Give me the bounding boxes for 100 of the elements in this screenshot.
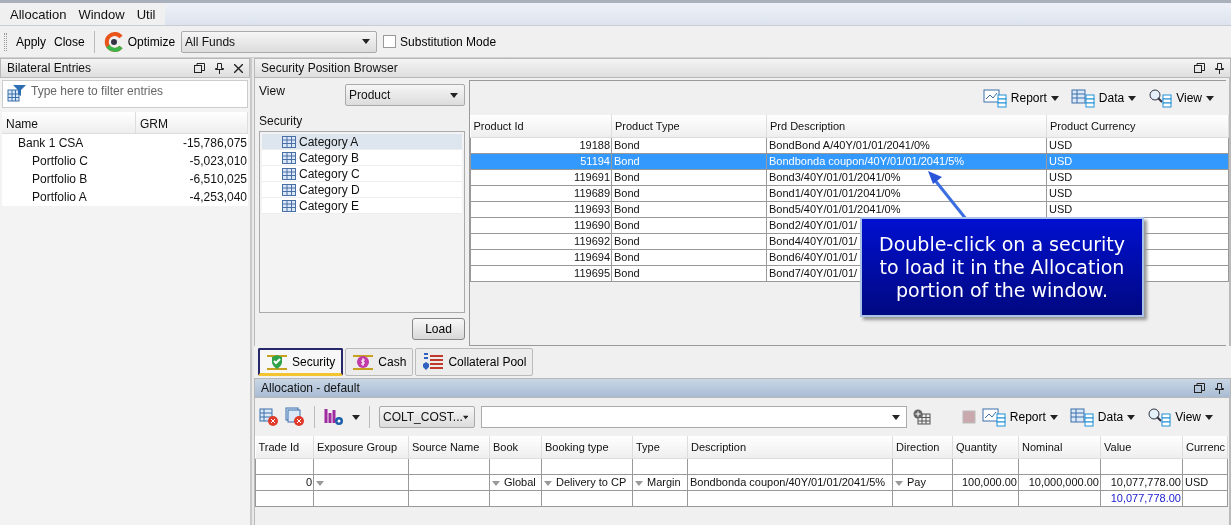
- table-cell: 119691: [470, 169, 612, 185]
- table-cell: Bondbonda coupon/40Y/01/01/2041/5%: [687, 474, 893, 490]
- toolbar-button[interactable]: Apply: [14, 32, 49, 51]
- caret-icon: [450, 92, 458, 98]
- column-header[interactable]: Description: [687, 436, 893, 458]
- tree-item[interactable]: Portfolio C: [2, 154, 136, 168]
- column-header[interactable]: Trade Id: [255, 436, 314, 458]
- caret-icon: [1205, 414, 1213, 420]
- toolbar-menu[interactable]: Data: [1070, 88, 1137, 108]
- column-header[interactable]: Type: [632, 436, 688, 458]
- caret-icon: [462, 414, 468, 420]
- table-row[interactable]: 19188 Bond BondBond A/40Y/01/01/2041/0% USD: [470, 137, 1229, 153]
- dropdown-cell[interactable]: Pay: [892, 474, 953, 490]
- table-cell: 119689: [470, 185, 612, 201]
- table-filter-icon: [7, 84, 27, 102]
- table-cell: 19188: [470, 137, 612, 153]
- table-row[interactable]: 119689 Bond Bond1/40Y/01/01/2041/0% USD: [470, 185, 1229, 201]
- menu-item[interactable]: Util: [130, 3, 162, 25]
- caret-icon: [362, 39, 371, 44]
- dropdown-cell[interactable]: Global: [489, 474, 542, 490]
- dropdown-cell[interactable]: Delivery to CP: [541, 474, 633, 490]
- chart-gear-icon[interactable]: [324, 407, 346, 427]
- tab[interactable]: Security: [258, 348, 344, 376]
- pin-icon[interactable]: [1215, 382, 1224, 394]
- toolbar-menu[interactable]: Report: [982, 88, 1059, 108]
- report-chart-icon: [982, 88, 1007, 108]
- tree-item[interactable]: Bank 1 CSA: [2, 136, 136, 150]
- tree-item[interactable]: Portfolio A: [2, 190, 136, 204]
- pin-icon[interactable]: [1215, 62, 1224, 74]
- table-icon: [282, 199, 296, 212]
- pin-icon[interactable]: [215, 62, 224, 74]
- category-item[interactable]: Category A: [262, 134, 462, 150]
- column-header[interactable]: Product Currency: [1046, 115, 1229, 137]
- toolbar-button[interactable]: Close: [52, 32, 87, 51]
- column-header[interactable]: Exposure Group: [313, 436, 409, 458]
- add-table-icon[interactable]: [913, 409, 931, 425]
- data-table-icon: [1069, 407, 1094, 427]
- filter-field[interactable]: Type here to filter entries: [31, 84, 243, 98]
- menu-item[interactable]: Allocation: [4, 3, 73, 25]
- tab[interactable]: Collateral Pool: [415, 348, 534, 376]
- column-header[interactable]: GRM: [136, 112, 248, 133]
- table-cell: 119693: [470, 201, 612, 217]
- category-item[interactable]: Category D: [262, 182, 462, 198]
- category-item[interactable]: Category E: [262, 198, 462, 214]
- dropdown-cell[interactable]: Margin: [632, 474, 688, 490]
- caret-icon: [1127, 414, 1136, 420]
- column-header[interactable]: Currenc: [1182, 436, 1228, 458]
- table-cell-text: -15,786,075: [181, 136, 248, 150]
- tab[interactable]: Cash: [345, 348, 414, 376]
- column-header[interactable]: Product Type: [611, 115, 767, 137]
- substitution-mode-checkbox[interactable]: Substitution Mode: [381, 32, 499, 51]
- table-cell: 119690: [470, 217, 612, 233]
- dropdown-cell[interactable]: [313, 474, 409, 490]
- combo-field[interactable]: [481, 406, 907, 428]
- optimize-button[interactable]: Optimize: [101, 29, 178, 54]
- column-header[interactable]: Prd Description: [766, 115, 1047, 137]
- table-cell-text: -6,510,025: [188, 172, 248, 186]
- table-cell: Bond: [611, 249, 767, 265]
- restore-icon[interactable]: [194, 63, 205, 73]
- column-header[interactable]: Source Name: [408, 436, 490, 458]
- table-icon: [282, 167, 296, 180]
- view-select[interactable]: Product: [345, 84, 465, 106]
- table-cell: 100,000.00: [952, 474, 1019, 490]
- template-select[interactable]: COLT_COST...: [379, 406, 475, 428]
- load-button[interactable]: Load: [412, 318, 465, 340]
- view-magnifier-icon: [1148, 88, 1173, 108]
- table-row[interactable]: 119691 Bond Bond3/40Y/01/01/2041/0% USD: [470, 169, 1229, 185]
- column-header[interactable]: Direction: [892, 436, 953, 458]
- table-cell: Bond: [611, 265, 767, 281]
- panel-title: Security Position Browser: [261, 61, 398, 75]
- category-item[interactable]: Category C: [262, 166, 462, 182]
- column-header[interactable]: Name: [2, 112, 136, 133]
- caret-icon: [352, 414, 360, 420]
- column-header[interactable]: Product Id: [470, 115, 612, 137]
- column-header[interactable]: Value: [1100, 436, 1183, 458]
- table-cell: 10,077,778.00: [1100, 490, 1183, 506]
- toolbar-menu[interactable]: View: [1147, 407, 1213, 427]
- tree-item[interactable]: Portfolio B: [2, 172, 136, 186]
- filter-box[interactable]: Type here to filter entries: [2, 80, 248, 108]
- table-cell: 119695: [470, 265, 612, 281]
- optimize-ring-icon: [103, 31, 124, 52]
- table-icon: [282, 151, 296, 164]
- restore-icon[interactable]: [1194, 383, 1205, 393]
- column-header[interactable]: Book: [489, 436, 542, 458]
- callout-text: Double-click on a security to load it in the Allocation portion of the window.: [860, 217, 1144, 317]
- close-icon[interactable]: [234, 63, 243, 73]
- column-header[interactable]: Quantity: [952, 436, 1019, 458]
- toolbar-menu[interactable]: Data: [1069, 407, 1136, 427]
- fund-select[interactable]: All Funds: [181, 30, 378, 53]
- tables-delete-icon[interactable]: [285, 407, 305, 427]
- restore-icon[interactable]: [1194, 63, 1205, 73]
- column-header[interactable]: Nominal: [1018, 436, 1101, 458]
- toolbar-menu[interactable]: Report: [981, 407, 1058, 427]
- column-header[interactable]: Booking type: [541, 436, 633, 458]
- menu-item[interactable]: Window: [72, 3, 131, 25]
- category-item[interactable]: Category B: [262, 150, 462, 166]
- table-delete-icon[interactable]: [259, 407, 279, 427]
- table-icon: [282, 135, 296, 148]
- security-label: Security: [259, 114, 304, 128]
- toolbar-menu[interactable]: View: [1148, 88, 1214, 108]
